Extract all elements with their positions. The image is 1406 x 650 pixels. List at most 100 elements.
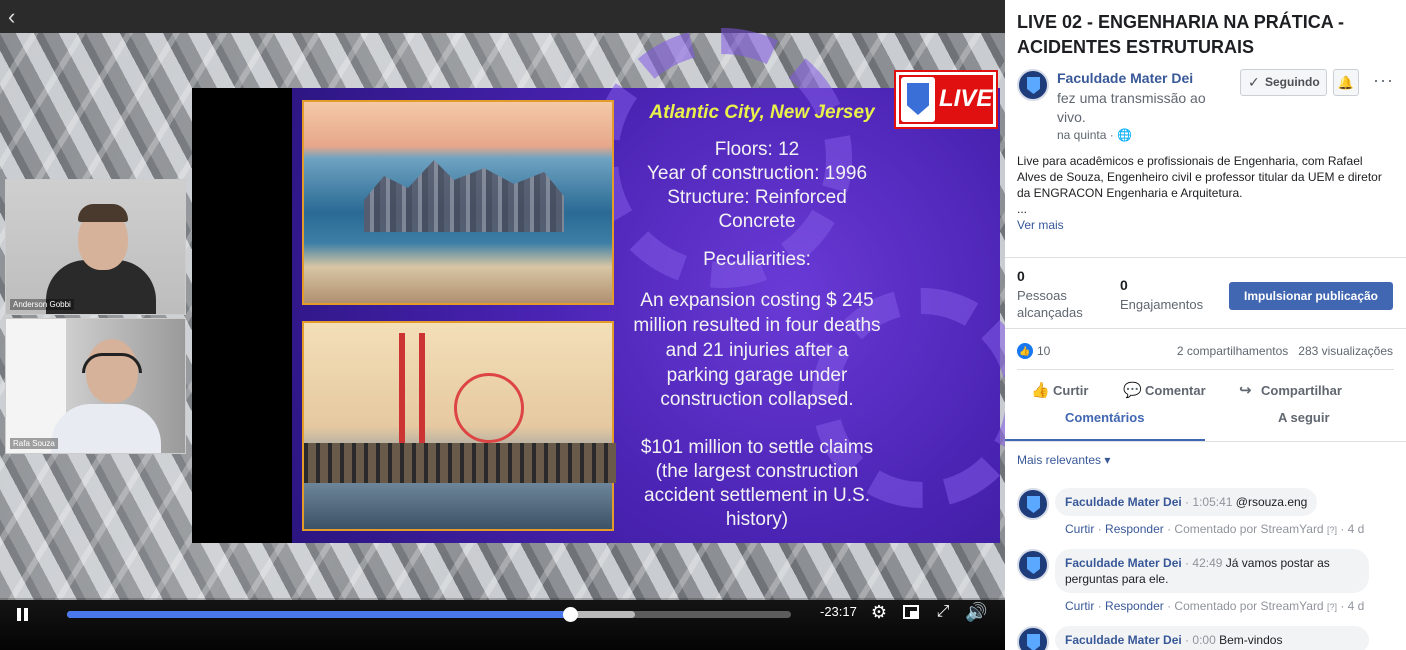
following-label: Seguindo — [1265, 75, 1320, 89]
comment-button[interactable]: 💬 Comentar — [1123, 381, 1206, 399]
comment-reply-link[interactable]: Responder — [1105, 522, 1164, 536]
faculty-crest-icon — [901, 77, 935, 122]
page-name-link[interactable]: Faculdade Mater Dei — [1057, 70, 1193, 86]
comment-bubble-icon: 💬 — [1123, 382, 1142, 399]
comment-label: Comentar — [1145, 383, 1206, 398]
slide-line: Year of construction: 1996 — [646, 163, 868, 184]
slide-title: Atlantic City, New Jersey — [649, 102, 875, 123]
comment-age: · 4 d — [1340, 522, 1365, 536]
like-button[interactable]: 👍 Curtir — [1031, 381, 1088, 399]
comment-text: @rsouza.eng — [1235, 495, 1308, 509]
tab-following[interactable]: A seguir — [1278, 410, 1330, 425]
comment-timestamp[interactable]: 0:00 — [1192, 633, 1215, 647]
comment-text: Bem-vindos — [1219, 633, 1283, 647]
comment-timestamp[interactable]: 42:49 — [1192, 556, 1222, 570]
slide-line: $101 million to settle claims — [640, 437, 874, 458]
live-badge-label: LIVE — [939, 85, 993, 112]
divider — [1017, 369, 1394, 370]
comment-sort-dropdown[interactable]: Mais relevantes ▾ — [1017, 453, 1110, 467]
reached-label: Pessoas alcançadas — [1017, 288, 1083, 320]
slide-line: parking garage under — [666, 365, 848, 386]
slide-line: construction collapsed. — [660, 389, 854, 410]
time-remaining: -23:17 — [820, 604, 857, 619]
comment-like-link[interactable]: Curtir — [1065, 599, 1094, 613]
post-title: LIVE 02 - ENGENHARIA NA PRÁTICA - ACIDEN… — [1017, 12, 1345, 57]
more-options-icon[interactable]: ··· — [1373, 70, 1394, 91]
share-arrow-icon: ↪ — [1239, 382, 1252, 399]
comment-avatar[interactable] — [1017, 549, 1049, 581]
globe-icon: 🌐 — [1117, 128, 1132, 142]
thumbs-up-icon: 👍 — [1031, 382, 1050, 399]
divider — [1005, 441, 1406, 442]
post-timestamp[interactable]: na quinta · 🌐 — [1057, 128, 1132, 142]
post-action-text: fez uma transmissão ao vivo. — [1057, 90, 1206, 125]
comment-help[interactable]: [?] — [1327, 525, 1337, 535]
comment-help[interactable]: [?] — [1327, 602, 1337, 612]
video-topbar: ‹ — [0, 0, 1005, 33]
settings-gear-icon[interactable]: ⚙ — [869, 602, 889, 622]
comment-timestamp[interactable]: 1:05:41 — [1192, 495, 1232, 509]
comment-reply-link[interactable]: Responder — [1105, 599, 1164, 613]
progress-bar[interactable] — [67, 607, 791, 622]
post-date: na quinta · — [1057, 128, 1118, 142]
slide-line: An expansion costing $ 245 — [640, 290, 874, 311]
see-more-link[interactable]: Ver mais — [1017, 218, 1064, 232]
divider — [1005, 328, 1406, 329]
pause-icon[interactable] — [14, 606, 32, 626]
comment-via: · Comentado por StreamYard — [1167, 599, 1324, 613]
share-button[interactable]: ↪ Compartilhar — [1239, 381, 1342, 399]
comment-author[interactable]: Faculdade Mater Dei — [1065, 556, 1182, 570]
comment-bubble: Faculdade Mater Dei · 1:05:41 @rsouza.en… — [1055, 488, 1318, 516]
comment-actions: Curtir · Responder · Comentado por Strea… — [1065, 599, 1365, 613]
like-reaction-icon[interactable]: 👍 — [1017, 343, 1033, 359]
tab-comments[interactable]: Comentários — [1065, 410, 1144, 425]
pier-photo — [302, 321, 616, 531]
page-avatar[interactable] — [1017, 69, 1049, 101]
slide-line: (the largest construction — [655, 461, 859, 482]
presentation-slide: Atlantic City, New Jersey Floors: 12 Yea… — [192, 28, 1005, 543]
post-body-text: Live para acadêmicos e profissionais de … — [1017, 154, 1382, 200]
following-button[interactable]: ✓ Seguindo — [1240, 69, 1327, 96]
checkmark-icon: ✓ — [1248, 74, 1260, 90]
comment-author[interactable]: Faculdade Mater Dei — [1065, 495, 1182, 509]
comment-timestamp-sep: · — [1185, 495, 1190, 509]
slide-line: accident settlement in U.S. — [644, 485, 870, 506]
post-body-ellipsis: ... — [1017, 202, 1028, 216]
webcam-name: Anderson Gobbi — [10, 299, 74, 310]
comment-avatar[interactable] — [1017, 488, 1049, 520]
engagements-count: 0 — [1120, 277, 1128, 293]
video-player[interactable]: ‹ Atlantic City, New Jersey Floors: 12 Y… — [0, 0, 1005, 650]
live-badge: LIVE — [896, 72, 996, 127]
bell-icon[interactable]: 🔔 — [1333, 69, 1359, 96]
like-label: Curtir — [1053, 383, 1089, 398]
webcam-feed: Rafa Souza — [5, 318, 186, 454]
picture-in-picture-icon[interactable] — [901, 602, 921, 622]
slide-line: Peculiarities: — [703, 249, 811, 270]
comment-timestamp-sep: · — [1185, 633, 1190, 647]
atlantic-city-photo — [302, 100, 614, 305]
shares-and-views: 2 compartilhamentos 283 visualizações — [1176, 344, 1393, 358]
back-arrow-icon[interactable]: ‹ — [8, 6, 30, 28]
boost-post-button[interactable]: Impulsionar publicação — [1229, 282, 1393, 310]
comment-via: · Comentado por StreamYard — [1167, 522, 1324, 536]
reached-count: 0 — [1017, 268, 1025, 284]
live-video-viewer: ‹ Atlantic City, New Jersey Floors: 12 Y… — [0, 0, 1406, 650]
comment-actions: Curtir · Responder · Comentado por Strea… — [1065, 522, 1365, 536]
engagements-label: Engajamentos — [1120, 297, 1204, 312]
comment-avatar[interactable] — [1017, 626, 1049, 650]
comment-timestamp-sep: · — [1185, 556, 1190, 570]
comment-author[interactable]: Faculdade Mater Dei — [1065, 633, 1182, 647]
comment-age: · 4 d — [1340, 599, 1365, 613]
slide-line: Structure: Reinforced — [667, 187, 847, 208]
comment-like-link[interactable]: Curtir — [1065, 522, 1094, 536]
comment-bubble: Faculdade Mater Dei · 0:00 Bem-vindos — [1055, 626, 1369, 650]
webcam-feed: Anderson Gobbi — [5, 179, 186, 315]
volume-icon[interactable]: 🔊 — [965, 602, 987, 622]
slide-line: Floors: 12 — [714, 139, 800, 160]
slide-line: and 21 injuries after a — [665, 340, 849, 361]
post-body: Live para acadêmicos e profissionais de … — [1017, 153, 1392, 217]
like-count[interactable]: 10 — [1037, 344, 1050, 358]
fullscreen-icon[interactable]: ⤢ — [933, 602, 953, 622]
slide-line: million resulted in four deaths — [633, 315, 881, 336]
progress-fill — [67, 611, 571, 618]
